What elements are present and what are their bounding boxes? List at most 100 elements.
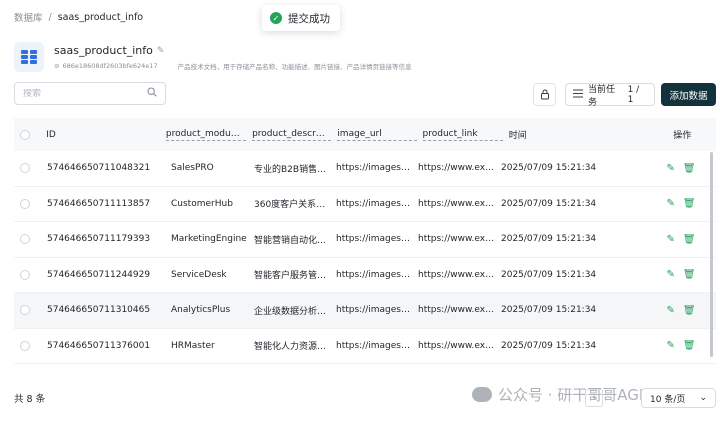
check-circle-icon: ✓	[270, 12, 282, 24]
search-input[interactable]	[23, 88, 147, 99]
link-icon: ⊘	[54, 62, 60, 70]
chevron-left-icon: ‹	[592, 393, 596, 403]
select-all-cell	[14, 129, 46, 140]
prev-page-button[interactable]: ‹	[585, 389, 603, 407]
table-row[interactable]: 574646650711113857 CustomerHub 360度客户关系管…	[14, 186, 716, 222]
row-checkbox[interactable]	[20, 163, 30, 174]
cell-time: 2025/07/09 15:21:34	[501, 269, 597, 280]
table-id-value[interactable]: 686e18608df2603bfe624e17	[62, 62, 157, 70]
cell-description: 智能化人力资源管理	[254, 342, 336, 353]
cell-time: 2025/07/09 15:21:34	[501, 198, 597, 209]
row-select-cell	[14, 305, 47, 316]
column-header-time[interactable]: 时间	[509, 128, 649, 141]
cell-id: 574646650711113857	[47, 198, 151, 209]
cell-description: 企业级数据分析平台	[254, 306, 336, 317]
cell-product-link: https://www.example.com	[418, 340, 501, 351]
trash-icon[interactable]: 🗑︎	[683, 305, 696, 316]
cell-time: 2025/07/09 15:21:34	[501, 163, 597, 174]
row-actions: ✎ 🗑︎	[646, 305, 716, 316]
cell-module: AnalyticsPlus	[171, 305, 231, 316]
table-row[interactable]: 574646650711179393 MarketingEngine 智能营销自…	[14, 222, 716, 258]
edit-icon[interactable]: ✎	[666, 198, 674, 209]
row-checkbox[interactable]	[20, 269, 30, 280]
edit-title-icon[interactable]: ✎	[157, 46, 165, 56]
cell-product-link: https://www.example.com	[418, 234, 501, 245]
table-scrollbar[interactable]	[710, 152, 713, 357]
cell-image-url: https://images.example.com	[336, 305, 418, 316]
row-actions: ✎ 🗑︎	[646, 269, 716, 280]
lock-icon	[540, 85, 550, 104]
cell-description: 360度客户关系管理平台	[254, 200, 336, 211]
watermark-text: 公众号 · 研干哥哥AGI	[498, 386, 644, 404]
cell-description: 智能客户服务管理系统	[254, 271, 336, 282]
cell-module: CustomerHub	[171, 198, 233, 209]
page-size-value: 10 条/页	[650, 394, 686, 405]
page-size-select[interactable]: 10 条/页 ⌄	[641, 388, 716, 408]
table-row[interactable]: 574646650711376001 HRMaster 智能化人力资源管理 ht…	[14, 328, 716, 364]
cell-image-url: https://images.example.com	[336, 163, 418, 174]
total-count: 共 8 条	[14, 394, 46, 405]
table-header-row: ID product_module_name product_descripti…	[14, 118, 716, 151]
chevron-down-icon: ⌄	[699, 393, 707, 403]
row-select-cell	[14, 198, 47, 209]
cell-id: 574646650711179393	[47, 234, 151, 245]
edit-icon[interactable]: ✎	[666, 305, 674, 316]
wechat-logo-icon	[472, 387, 492, 402]
cell-image-url: https://images.example.com	[336, 198, 418, 209]
trash-icon[interactable]: 🗑︎	[683, 340, 696, 351]
cell-module: SalesPRO	[171, 163, 214, 174]
cell-id: 574646650711244929	[47, 269, 151, 280]
column-header-description[interactable]: product_description	[252, 129, 332, 141]
search-box[interactable]	[14, 82, 166, 105]
breadcrumb-separator: /	[48, 11, 52, 23]
cell-id: 574646650711310465	[47, 305, 151, 316]
table-row[interactable]: 574646650711048321 SalesPRO 专业的B2B销售管理系统…	[14, 151, 716, 187]
table-description: 产品技术文档，用于存储产品名称、功能描述、图片链接、产品详情页链接等信息	[177, 63, 412, 71]
breadcrumb: 数据库 / saas_product_info	[14, 10, 144, 25]
table-row[interactable]: 574646650711310465 AnalyticsPlus 企业级数据分析…	[14, 293, 716, 329]
edit-icon[interactable]: ✎	[666, 163, 674, 174]
edit-icon[interactable]: ✎	[666, 234, 674, 245]
cell-time: 2025/07/09 15:21:34	[501, 340, 597, 351]
column-header-image-url[interactable]: image_url	[337, 129, 417, 141]
column-header-product-link[interactable]: product_link	[422, 129, 503, 141]
select-all-checkbox[interactable]	[20, 129, 30, 140]
edit-icon[interactable]: ✎	[666, 269, 674, 280]
row-checkbox[interactable]	[20, 340, 30, 351]
cell-module: ServiceDesk	[171, 269, 227, 280]
column-header-id[interactable]: ID	[46, 130, 166, 140]
table-id: ⊘ 686e18608df2603bfe624e17	[54, 61, 158, 71]
row-checkbox[interactable]	[20, 198, 30, 209]
cell-image-url: https://images.example.com	[336, 269, 418, 280]
table-title: saas_product_info	[54, 44, 153, 57]
row-checkbox[interactable]	[20, 234, 30, 245]
task-label: 当前任务	[588, 84, 616, 108]
task-count: 1 / 1	[627, 84, 640, 105]
watermark: 公众号 · 研干哥哥AGI	[472, 384, 643, 405]
table-row[interactable]: 574646650711244929 ServiceDesk 智能客户服务管理系…	[14, 257, 716, 293]
cell-product-link: https://www.example.com	[418, 198, 501, 209]
row-actions: ✎ 🗑︎	[646, 198, 716, 209]
breadcrumb-root[interactable]: 数据库	[14, 10, 43, 24]
breadcrumb-current: saas_product_info	[57, 11, 144, 23]
row-select-cell	[14, 269, 47, 280]
row-actions: ✎ 🗑︎	[646, 340, 716, 351]
trash-icon[interactable]: 🗑︎	[683, 198, 696, 209]
trash-icon[interactable]: 🗑︎	[683, 269, 696, 280]
cell-description: 专业的B2B销售管理系统	[254, 164, 336, 175]
lock-button[interactable]	[533, 83, 556, 106]
cell-description: 智能营销自动化平台	[254, 235, 336, 246]
add-data-button[interactable]: 添加数据	[661, 83, 716, 106]
trash-icon[interactable]: 🗑︎	[683, 163, 696, 174]
row-checkbox[interactable]	[20, 305, 30, 316]
current-task-button[interactable]: 当前任务 1 / 1	[565, 83, 655, 108]
table-icon	[14, 42, 44, 72]
column-header-module[interactable]: product_module_name	[165, 129, 247, 141]
row-select-cell	[14, 234, 47, 245]
search-icon[interactable]	[147, 87, 157, 100]
cell-id: 574646650711048321	[47, 163, 151, 174]
column-header-actions: 操作	[673, 131, 692, 141]
cell-image-url: https://images.example.com	[336, 234, 418, 245]
edit-icon[interactable]: ✎	[666, 340, 674, 351]
trash-icon[interactable]: 🗑︎	[683, 234, 696, 245]
